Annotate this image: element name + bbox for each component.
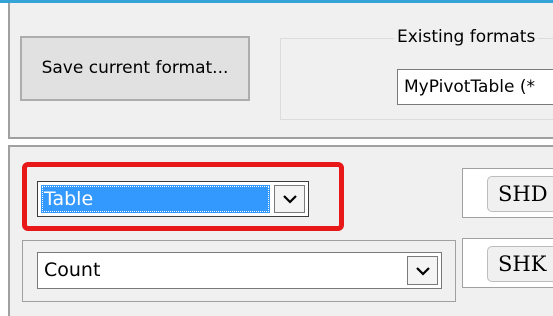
save-format-label: Save current format...: [41, 58, 229, 78]
aggregate-dropdown-button[interactable]: [407, 256, 438, 285]
aggregate-dropdown[interactable]: Count: [37, 252, 442, 289]
chevron-down-icon: [415, 266, 430, 276]
highlight-annotation: [22, 162, 344, 231]
aggregate-value: Count: [44, 259, 101, 281]
save-format-button[interactable]: Save current format...: [20, 36, 250, 101]
shk-button[interactable]: SHK: [487, 246, 553, 282]
shd-button[interactable]: SHD: [487, 176, 553, 212]
existing-formats-select[interactable]: MyPivotTable (*: [397, 69, 553, 105]
existing-formats-label: Existing formats: [394, 27, 539, 47]
